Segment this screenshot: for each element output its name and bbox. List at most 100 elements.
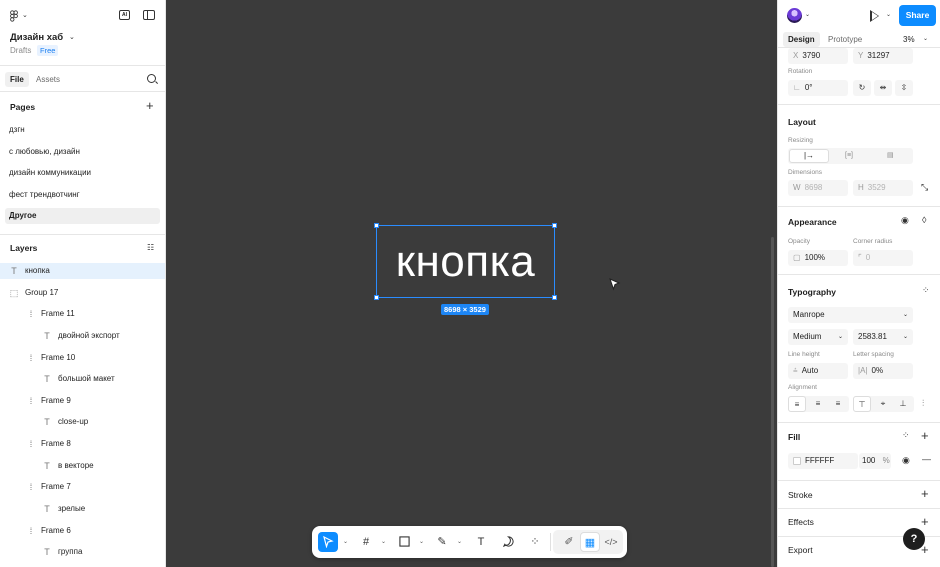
share-button[interactable]: Share [899, 5, 936, 26]
frame-icon[interactable]: # [356, 532, 376, 552]
actions-icon[interactable]: ⁘ [525, 532, 545, 552]
flip-vertical-icon[interactable]: ⇳ [895, 80, 913, 96]
layer-row[interactable]: ⬚ Group 17 [0, 285, 165, 301]
toggle-sidebar-icon[interactable] [143, 10, 155, 20]
pen-icon[interactable]: ✎ [432, 532, 452, 552]
layer-row[interactable]: T в векторе [0, 458, 165, 474]
text-icon[interactable]: T [471, 532, 491, 552]
file-menu-chevron-icon[interactable]: ⌄ [69, 33, 75, 41]
fixed-width-icon[interactable]: |→ [789, 149, 829, 163]
vertical-scrollbar[interactable] [771, 237, 774, 567]
tab-file[interactable]: File [5, 72, 29, 87]
layer-row[interactable]: T двойной экспорт [0, 328, 165, 344]
rotate-icon[interactable]: ↻ [853, 80, 871, 96]
page-item[interactable]: с любовью, дизайн [5, 144, 160, 160]
constrain-proportions-icon[interactable]: ⤡ [921, 182, 928, 193]
move-icon[interactable] [318, 532, 338, 552]
file-name[interactable]: Дизайн хаб [10, 32, 63, 43]
add-stroke-plus-icon[interactable]: + [921, 487, 929, 500]
layers-collapse-icon[interactable]: ☷ [147, 243, 154, 252]
width-field[interactable]: W 8698 [788, 180, 848, 196]
fill-visibility-eye-icon[interactable]: ◉ [902, 455, 910, 466]
layer-row[interactable]: T большой макет [0, 371, 165, 387]
add-page-plus-icon[interactable]: + [146, 99, 154, 112]
fill-swatch[interactable] [793, 457, 801, 465]
align-middle-icon[interactable]: ⌖ [874, 396, 892, 412]
letter-spacing-field[interactable]: |A| 0% [853, 363, 913, 379]
align-center-icon[interactable]: ≡ [809, 396, 827, 412]
flip-horizontal-icon[interactable]: ⇹ [874, 80, 892, 96]
corner-radius-field[interactable]: ⌜ 0 [853, 250, 913, 266]
type-settings-icon[interactable]: ⫶ [922, 398, 924, 409]
present-chevron-icon[interactable]: ⌄ [886, 11, 891, 18]
rotation-field[interactable]: ∟ 0° [788, 80, 848, 96]
layer-row[interactable]: ⁞ Frame 6 [0, 523, 165, 539]
x-field[interactable]: X 3790 [788, 48, 848, 64]
comment-icon[interactable] [498, 532, 518, 552]
font-weight-select[interactable]: Medium ⌄ [788, 329, 848, 345]
present-play-icon[interactable] [870, 10, 879, 22]
avatar[interactable] [787, 8, 802, 23]
tab-assets[interactable]: Assets [36, 75, 60, 84]
avatar-chevron-icon[interactable]: ⌄ [805, 11, 810, 18]
add-fill-plus-icon[interactable]: + [921, 429, 929, 442]
auto-width-icon[interactable]: ▤ [887, 148, 894, 164]
page-item[interactable]: фест трендвотчинг [5, 187, 160, 203]
layer-row[interactable]: ⁞ Frame 8 [0, 436, 165, 452]
zoom-chevron-icon[interactable]: ⌄ [923, 35, 928, 42]
fill-opacity-field[interactable]: 100 % [859, 453, 891, 469]
tab-prototype[interactable]: Prototype [828, 35, 862, 44]
opacity-field[interactable]: ▢ 100% [788, 250, 848, 266]
align-left-icon[interactable]: ≡ [788, 396, 806, 412]
align-right-icon[interactable]: ≡ [829, 396, 847, 412]
line-height-field[interactable]: ⩮ Auto [788, 363, 848, 379]
text-styles-grid-icon[interactable]: ⁘ [922, 285, 930, 296]
move-chevron-icon[interactable]: ⌄ [343, 532, 348, 552]
resize-handle[interactable] [374, 295, 379, 300]
page-item[interactable]: дзгн [5, 122, 160, 138]
font-family-select[interactable]: Manrope ⌄ [788, 307, 913, 323]
resize-handle[interactable] [552, 295, 557, 300]
frame-chevron-icon[interactable]: ⌄ [381, 532, 386, 552]
layer-row[interactable]: T группа [0, 544, 165, 560]
height-field[interactable]: H 3529 [853, 180, 913, 196]
page-item-active[interactable]: Другое [5, 208, 160, 224]
layer-row[interactable]: ⁞ Frame 10 [0, 350, 165, 366]
layer-row[interactable]: ⁞ Frame 7 [0, 479, 165, 495]
layer-row[interactable]: T зрелые [0, 501, 165, 517]
layer-row[interactable]: ⁞ Frame 11 [0, 306, 165, 322]
fill-color-field[interactable]: FFFFFF [788, 453, 858, 469]
y-field[interactable]: Y 31297 [853, 48, 913, 64]
add-export-plus-icon[interactable]: + [921, 543, 929, 556]
figma-logo-icon[interactable] [9, 10, 19, 22]
design-mode-icon[interactable]: ▦ [580, 532, 600, 552]
ai-icon[interactable]: AI [119, 10, 130, 20]
auto-height-icon[interactable]: [≡] [845, 148, 853, 164]
font-size-field[interactable]: 2583.81 ⌄ [853, 329, 913, 345]
pen-chevron-icon[interactable]: ⌄ [457, 532, 462, 552]
resize-handle[interactable] [552, 223, 557, 228]
canvas[interactable]: кнопка 8698 × 3529 ⌄ # ⌄ ⌄ ✎ ⌄ T ⁘ ✐ ▦ <… [166, 0, 777, 567]
layer-row[interactable]: ⁞ Frame 9 [0, 393, 165, 409]
visibility-eye-icon[interactable]: ◉ [901, 215, 909, 226]
draw-icon[interactable]: ✐ [559, 532, 579, 552]
main-menu-chevron-icon[interactable]: ⌄ [22, 11, 28, 19]
remove-fill-minus-icon[interactable]: — [922, 454, 931, 464]
fill-styles-grid-icon[interactable]: ⁘ [902, 430, 910, 441]
rectangle-icon[interactable] [394, 532, 414, 552]
selection-box[interactable] [374, 223, 557, 300]
align-bottom-icon[interactable]: ⊥ [894, 396, 912, 412]
layer-row[interactable]: T close-up [0, 414, 165, 430]
tab-design[interactable]: Design [783, 32, 820, 47]
layer-row[interactable]: T кнопка [0, 263, 165, 279]
blend-mode-drop-icon[interactable]: ◊ [922, 215, 926, 225]
rectangle-chevron-icon[interactable]: ⌄ [419, 532, 424, 552]
search-icon[interactable] [147, 74, 156, 83]
resize-handle[interactable] [374, 223, 379, 228]
add-effect-plus-icon[interactable]: + [921, 515, 929, 528]
align-top-icon[interactable]: ⊤ [853, 396, 871, 412]
page-item[interactable]: дизайн коммуникации [5, 165, 160, 181]
drafts-link[interactable]: Drafts [10, 46, 31, 55]
dev-mode-icon[interactable]: </> [601, 532, 621, 552]
zoom-level[interactable]: 3% [903, 35, 915, 44]
